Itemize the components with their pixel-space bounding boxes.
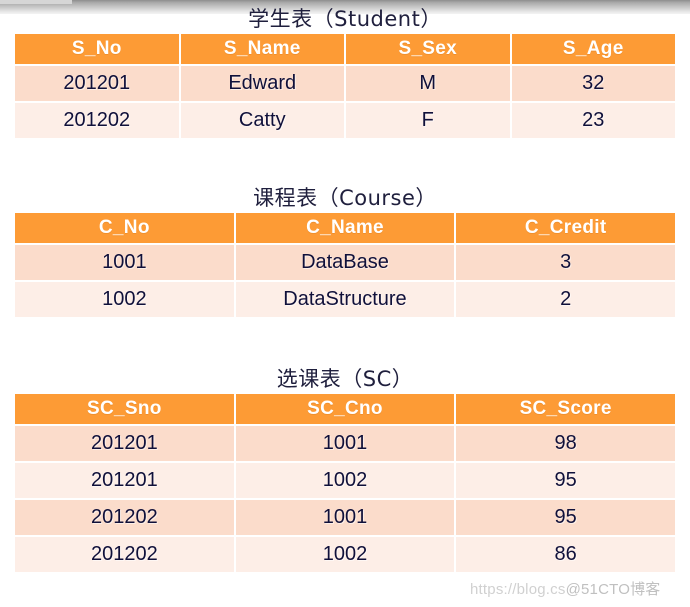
slide-canvas: 学生表（Student） S_No S_Name S_Sex S_Age 201… [0, 0, 690, 607]
table-row: 1001 DataBase 3 [15, 245, 675, 280]
column-header-s-sex[interactable]: S_Sex [346, 34, 510, 64]
student-table: S_No S_Name S_Sex S_Age 201201 Edward M … [13, 32, 677, 140]
cell-sc-score: 95 [456, 463, 675, 498]
cell-c-credit: 3 [456, 245, 675, 280]
cell-sc-sno: 201201 [15, 426, 234, 461]
table-row: 201201 1001 98 [15, 426, 675, 461]
table-row: 201202 Catty F 23 [15, 103, 675, 138]
cell-sc-score: 95 [456, 500, 675, 535]
course-table: C_No C_Name C_Credit 1001 DataBase 3 100… [13, 211, 677, 319]
course-table-title: 课程表（Course） [253, 186, 437, 210]
sc-table-title: 选课表（SC） [276, 367, 414, 391]
column-header-sc-sno[interactable]: SC_Sno [15, 394, 234, 424]
cell-sc-score: 86 [456, 537, 675, 572]
table-row: 201201 1002 95 [15, 463, 675, 498]
watermark: https://blog.cs@51CTO博客 [470, 578, 660, 599]
cell-sc-sno: 201202 [15, 537, 234, 572]
cell-c-credit: 2 [456, 282, 675, 317]
cell-s-age: 32 [511, 66, 675, 101]
table-row: 201202 1002 86 [15, 537, 675, 572]
table-header-row: SC_Sno SC_Cno SC_Score [15, 394, 675, 424]
sc-table: SC_Sno SC_Cno SC_Score 201201 1001 98 20… [13, 392, 677, 574]
cell-sc-cno: 1001 [235, 500, 455, 535]
column-header-c-no[interactable]: C_No [15, 213, 234, 243]
cell-s-name: Catty [180, 103, 344, 138]
cell-sc-score: 98 [456, 426, 675, 461]
table-header-row: C_No C_Name C_Credit [15, 213, 675, 243]
cell-c-name: DataBase [235, 245, 455, 280]
top-gray-bar-highlight [0, 0, 72, 4]
table-row: 201202 1001 95 [15, 500, 675, 535]
student-table-title: 学生表（Student） [248, 7, 442, 31]
column-header-s-name[interactable]: S_Name [180, 34, 344, 64]
column-header-s-age[interactable]: S_Age [511, 34, 675, 64]
watermark-site: @51CTO博客 [565, 581, 661, 598]
cell-s-sex: M [346, 66, 510, 101]
cell-sc-cno: 1002 [235, 463, 455, 498]
cell-s-age: 23 [511, 103, 675, 138]
column-header-c-name[interactable]: C_Name [235, 213, 455, 243]
cell-sc-sno: 201201 [15, 463, 234, 498]
cell-s-no: 201201 [15, 66, 179, 101]
column-header-c-credit[interactable]: C_Credit [456, 213, 675, 243]
cell-s-no: 201202 [15, 103, 179, 138]
column-header-sc-score[interactable]: SC_Score [456, 394, 675, 424]
column-header-sc-cno[interactable]: SC_Cno [235, 394, 455, 424]
cell-sc-sno: 201202 [15, 500, 234, 535]
course-table-section: 课程表（Course） C_No C_Name C_Credit 1001 Da… [0, 185, 690, 319]
table-row: 1002 DataStructure 2 [15, 282, 675, 317]
cell-c-no: 1001 [15, 245, 234, 280]
watermark-url: https://blog.cs [470, 581, 566, 598]
table-header-row: S_No S_Name S_Sex S_Age [15, 34, 675, 64]
cell-sc-cno: 1002 [235, 537, 455, 572]
column-header-s-no[interactable]: S_No [15, 34, 179, 64]
cell-sc-cno: 1001 [235, 426, 455, 461]
cell-c-no: 1002 [15, 282, 234, 317]
cell-c-name: DataStructure [235, 282, 455, 317]
student-table-section: 学生表（Student） S_No S_Name S_Sex S_Age 201… [0, 6, 690, 140]
table-row: 201201 Edward M 32 [15, 66, 675, 101]
cell-s-sex: F [346, 103, 510, 138]
sc-table-section: 选课表（SC） SC_Sno SC_Cno SC_Score 201201 10… [0, 366, 690, 574]
cell-s-name: Edward [180, 66, 344, 101]
